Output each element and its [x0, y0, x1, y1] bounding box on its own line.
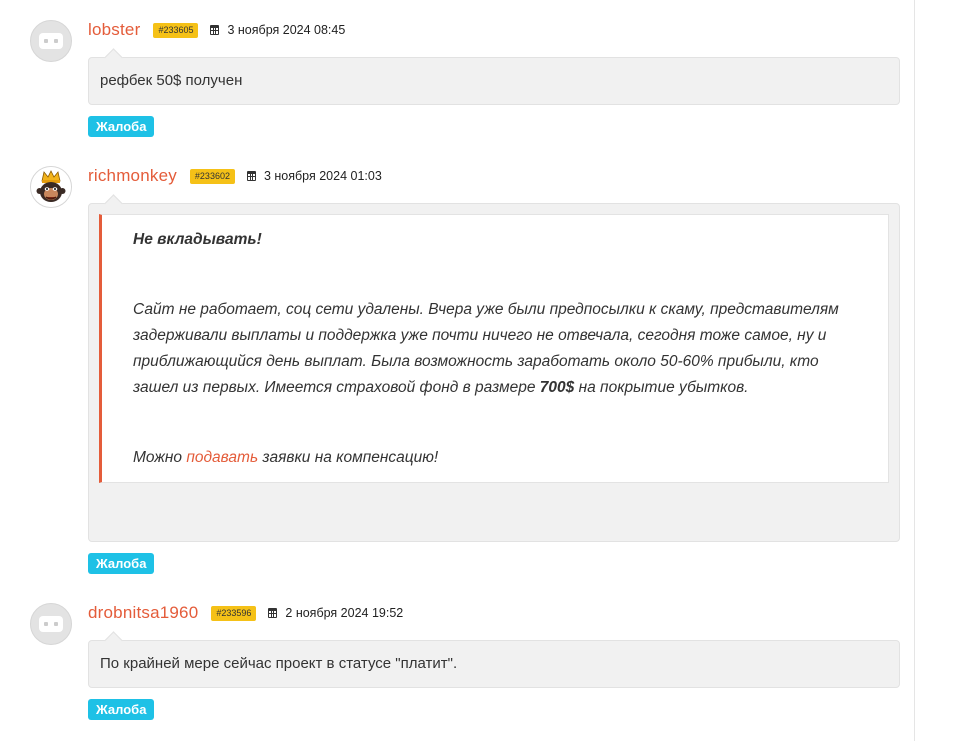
comment-date: 3 ноября 2024 01:03 [246, 169, 382, 183]
robot-placeholder-icon [39, 616, 63, 632]
calendar-icon [268, 608, 278, 618]
comment-header: lobster #233605 3 ноября 2024 08:45 [88, 19, 345, 41]
avatar[interactable] [30, 20, 72, 62]
comment-header: drobnitsa1960 #233596 2 ноября 2024 19:5… [88, 602, 403, 624]
username-link[interactable]: richmonkey [88, 166, 177, 186]
calendar-icon [210, 25, 220, 35]
avatar[interactable] [30, 603, 72, 645]
comment-id-badge[interactable]: #233605 [153, 22, 199, 38]
quote-footer: Можно подавать заявки на компенсацию! [133, 445, 858, 471]
comment-id-badge[interactable]: #233602 [189, 168, 235, 184]
sidebar-divider [914, 0, 915, 741]
avatar[interactable] [30, 166, 72, 208]
comment-date-text: 3 ноября 2024 08:45 [227, 23, 346, 37]
username-link[interactable]: lobster [88, 20, 140, 40]
comments-page: lobster #233605 3 ноября 2024 08:45 рефб… [0, 0, 959, 741]
quote-footer-text: Можно [133, 449, 183, 466]
robot-placeholder-icon [39, 33, 63, 49]
complaint-button[interactable]: Жалоба [88, 116, 155, 137]
comment-date: 3 ноября 2024 08:45 [210, 23, 345, 37]
quote-block: Не вкладывать! Сайт не работает, соц сет… [99, 214, 889, 483]
quote-body-end: на покрытие убытков. [578, 379, 749, 396]
quote-heading: Не вкладывать! [133, 231, 262, 248]
comment-text: По крайней мере сейчас проект в статусе … [100, 655, 458, 672]
quote-body: Сайт не работает, соц сети удалены. Вчер… [133, 297, 858, 401]
comment-date-text: 3 ноября 2024 01:03 [263, 169, 382, 183]
quote-amount: 700$ [539, 379, 575, 396]
quote-footer-end: заявки на компенсацию! [262, 449, 439, 466]
comment-bubble: рефбек 50$ получен [88, 57, 900, 105]
comment-text: рефбек 50$ получен [100, 72, 243, 89]
comment-date-text: 2 ноября 2024 19:52 [285, 606, 404, 620]
monkey-king-icon [31, 167, 71, 207]
complaint-button[interactable]: Жалоба [88, 699, 155, 720]
submit-link[interactable]: подавать [186, 449, 258, 466]
username-link[interactable]: drobnitsa1960 [88, 603, 198, 623]
complaint-button[interactable]: Жалоба [88, 553, 155, 574]
comment-bubble: Не вкладывать! Сайт не работает, соц сет… [88, 203, 900, 542]
quote-spacer [133, 401, 858, 445]
comment-header: richmonkey #233602 3 ноября 2024 01:03 [88, 165, 382, 187]
quote-spacer [133, 253, 858, 297]
calendar-icon [246, 171, 256, 181]
comment-bubble: По крайней мере сейчас проект в статусе … [88, 640, 900, 688]
comment-date: 2 ноября 2024 19:52 [268, 606, 403, 620]
comment-id-badge[interactable]: #233596 [211, 605, 257, 621]
